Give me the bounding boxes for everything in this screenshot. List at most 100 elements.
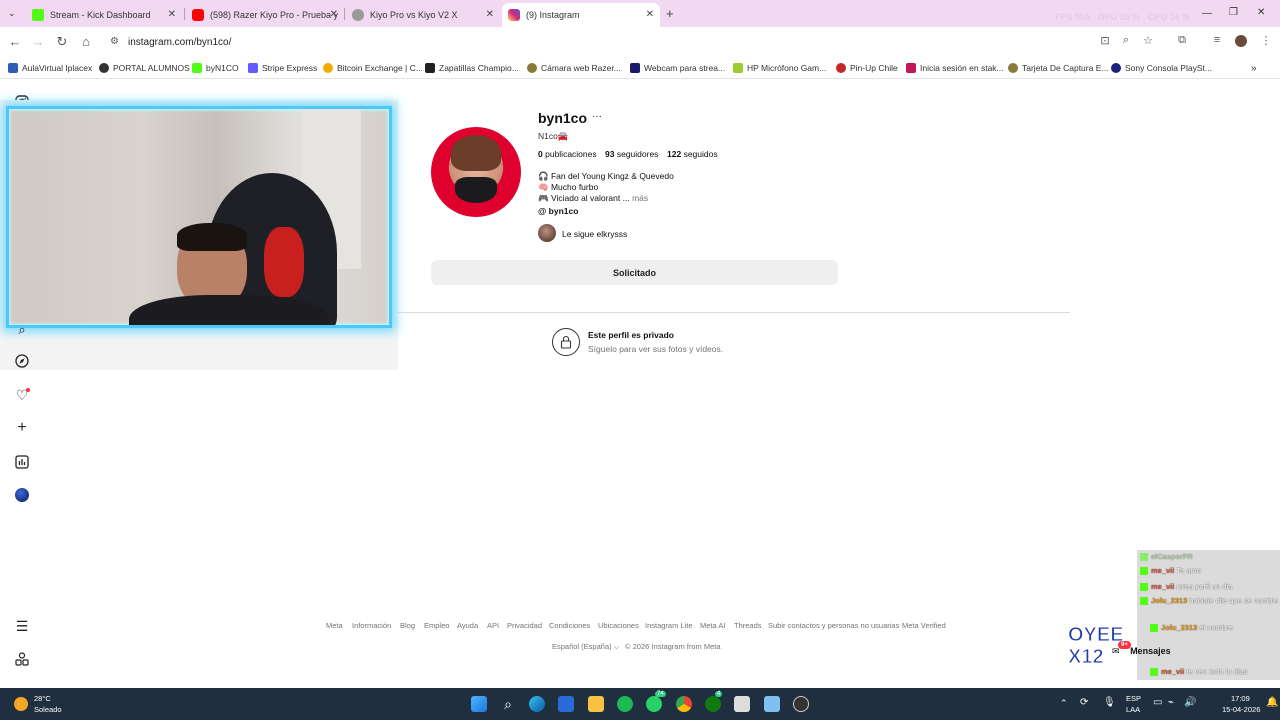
clock-time[interactable]: 17:09 [1231,694,1250,703]
minimize-button[interactable]: — [1202,8,1212,19]
bookmark-item[interactable]: Sony Consola PlaySt... [1111,62,1212,74]
close-window-button[interactable]: ✕ [1257,7,1265,18]
home-icon[interactable]: ⌂ [78,34,94,49]
tab-instagram[interactable]: (9) Instagram ✕ [502,3,660,27]
chrome-icon[interactable] [676,696,692,712]
forward-arrow-icon[interactable]: → [30,34,46,49]
windows-start-icon[interactable] [471,696,487,712]
capture-app-icon[interactable] [734,696,750,712]
bookmark-item[interactable]: AulaVirtual Iplacex [8,62,92,74]
microphone-icon[interactable]: 🎙 [1103,697,1116,708]
clock-date[interactable]: 15-04-2026 [1222,705,1260,714]
search-icon[interactable]: ⌕ [500,696,516,712]
more-options-icon[interactable]: ··· [592,111,602,122]
tab-search-icon[interactable]: ⌄ [8,8,16,19]
bookmark-item[interactable]: Bitcoin Exchange | C... [323,62,423,74]
bookmark-item[interactable]: Pin-Up Chile [836,62,898,74]
footer-link[interactable]: Subir contactos y personas no usuarias [768,621,899,630]
display-icon[interactable]: ▭ [1153,697,1162,708]
menu-icon[interactable]: ⋮ [1258,34,1274,47]
profile-avatar-icon[interactable] [14,488,30,504]
dashboard-icon[interactable] [14,455,30,471]
bookmark-item[interactable]: Tarjeta De Captura E... [1008,62,1108,74]
footer-link[interactable]: Privacidad [507,621,542,630]
footer-link[interactable]: Instagram Lite [645,621,693,630]
obs-icon[interactable] [793,696,809,712]
also-from-meta-icon[interactable] [14,652,30,668]
bookmark-star-icon[interactable]: ☆ [1140,34,1156,47]
spotify-icon[interactable] [617,696,633,712]
weather-temp[interactable]: 28°C [34,694,51,703]
footer-link[interactable]: Threads [734,621,762,630]
footer-link[interactable]: Condiciones [549,621,590,630]
site-info-icon[interactable]: ⚙ [110,36,119,47]
address-bar[interactable]: ⚙ instagram.com/byn1co/ [104,32,1164,52]
followers-stat[interactable]: 93 seguidores [605,149,658,159]
keyboard-lang[interactable]: ESP [1126,694,1141,703]
footer-link[interactable]: Meta AI [700,621,725,630]
follower-avatar[interactable] [538,224,556,242]
hamburger-menu-icon[interactable]: ☰ [14,618,30,634]
footer-link[interactable]: Blog [400,621,415,630]
install-app-icon[interactable]: ⊡ [1097,34,1113,47]
volume-icon[interactable]: 🔊 [1184,697,1196,708]
notification-bell-icon[interactable]: 🔔 [1266,697,1278,708]
bookmarks-overflow-icon[interactable]: » [1251,62,1257,74]
followed-by[interactable]: Le sigue elkrysss [562,229,627,239]
tab-kick-dashboard[interactable]: Stream - Kick Dashboard ✕ [26,3,182,27]
bio-more-link[interactable]: más [632,193,648,203]
weather-sun-icon[interactable] [14,697,28,711]
weather-desc[interactable]: Soleado [34,705,62,714]
edge-icon[interactable] [529,696,545,712]
network-icon[interactable]: ⌁ [1168,697,1174,708]
profile-picture[interactable] [431,127,521,217]
close-icon[interactable]: ✕ [646,9,654,20]
following-stat[interactable]: 122 seguidos [667,149,718,159]
notifications-heart-icon[interactable]: ♡ [14,387,30,403]
close-icon[interactable]: ✕ [486,9,494,20]
bookmark-item[interactable]: Inicia sesión en stak... [906,62,1004,74]
keyboard-layout[interactable]: LAA [1126,705,1140,714]
bookmark-item[interactable]: HP Micrófono Gam... [733,62,826,74]
footer-link[interactable]: Empleo [424,621,449,630]
close-icon[interactable]: ✕ [330,9,338,20]
threads-link[interactable]: @ byn1co [538,206,578,216]
footer-link[interactable]: Meta [326,621,343,630]
profile-avatar[interactable] [1235,35,1247,47]
media-icon[interactable]: ≡ [1209,34,1225,46]
search-icon[interactable]: ⌕ [14,322,30,338]
bookmark-item[interactable]: PORTAL ALUMNOS [99,62,190,74]
footer-link[interactable]: Meta Verified [902,621,946,630]
tab-kiyo-compare[interactable]: Kiyo Pro vs Kiyo V2 X ✕ [346,3,500,27]
tray-overflow-icon[interactable]: ⌃ [1060,698,1068,709]
messages-button[interactable]: ✉ 9+ Mensajes [1112,641,1171,657]
tab-youtube[interactable]: (598) Razer Kiyo Pro - Prueba y ✕ [186,3,344,27]
bookmark-item[interactable]: Stripe Express [248,62,317,74]
bookmark-item[interactable]: Webcam para strea... [630,62,725,74]
bookmark-item[interactable]: byN1CO [192,62,239,74]
footer-link[interactable]: Ayuda [457,621,478,630]
zoom-icon[interactable]: ⌕ [1118,34,1134,47]
url-text: instagram.com/byn1co/ [128,36,232,48]
notepad-icon[interactable] [764,696,780,712]
close-icon[interactable]: ✕ [168,9,176,20]
reload-icon[interactable]: ↻ [54,34,70,50]
back-arrow-icon[interactable]: ← [7,34,23,49]
bookmark-item[interactable]: Cámara web Razer... [527,62,621,74]
footer-link[interactable]: API [487,621,499,630]
bookmark-item[interactable]: Zapatillas Champio... [425,62,519,74]
create-plus-icon[interactable]: + [14,420,30,436]
file-explorer-icon[interactable] [588,696,604,712]
store-icon[interactable] [558,696,574,712]
xbox-icon[interactable]: 4 [705,691,723,712]
sync-icon[interactable]: ⟳ [1080,697,1088,708]
whatsapp-icon[interactable]: 74 [646,691,666,712]
footer-link[interactable]: Información [352,621,391,630]
maximize-button[interactable]: ❐ [1229,7,1238,18]
new-tab-button[interactable]: + [666,6,674,21]
footer-link[interactable]: Ubicaciones [598,621,639,630]
language-selector[interactable]: Español (España) ⌵ [552,642,619,652]
follow-requested-button[interactable]: Solicitado [431,260,838,285]
explore-icon[interactable] [14,354,30,370]
extensions-icon[interactable]: ⧉ [1174,34,1190,47]
